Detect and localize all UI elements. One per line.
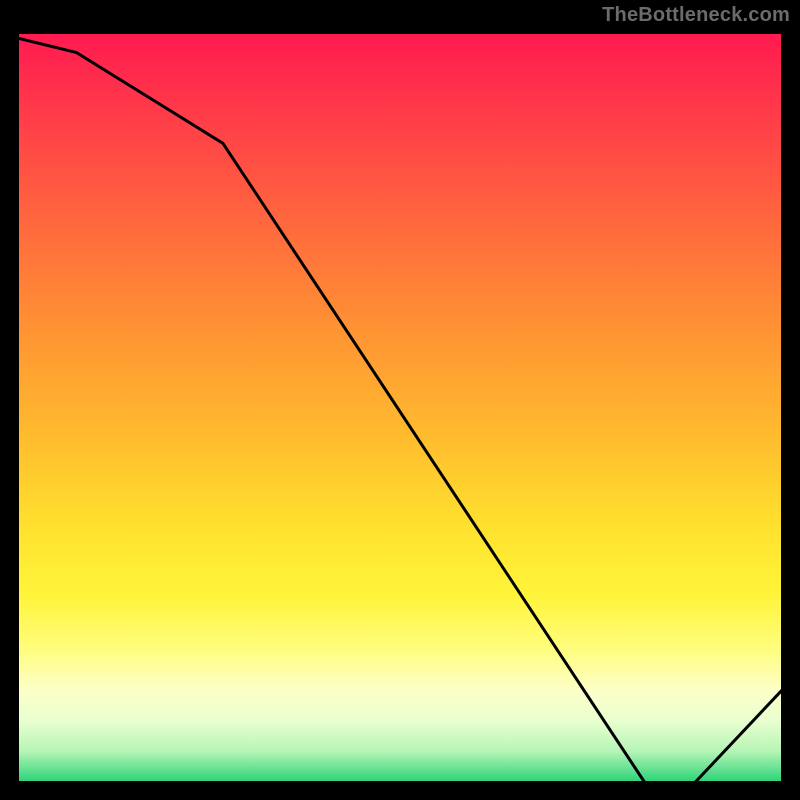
chart-stage: TheBottleneck.com [0,0,800,800]
plot-frame [15,30,785,785]
series-line [15,30,785,785]
watermark-text: TheBottleneck.com [602,4,790,27]
